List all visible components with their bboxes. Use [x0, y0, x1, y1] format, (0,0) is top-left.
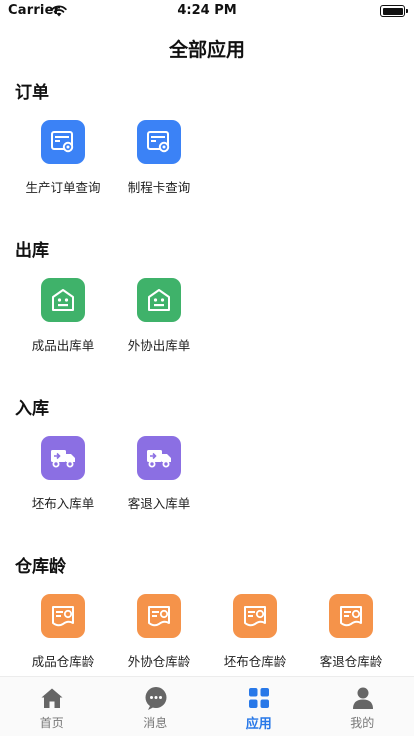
tab-label: 我的 [350, 716, 375, 730]
inventory-age-icon [41, 594, 85, 638]
warehouse-out-icon [137, 278, 181, 322]
tab-label: 应用 [245, 717, 272, 732]
app-production-order-query[interactable]: 生产订单查询 [15, 120, 111, 200]
app-label: 外协出库单 [127, 338, 191, 353]
inventory-age-icon [329, 594, 373, 638]
status-bar: Carrier 4:24 PM [0, 0, 414, 22]
truck-icon [137, 436, 181, 480]
section-title-outbound: 出库 [15, 241, 49, 261]
tab-label: 消息 [143, 716, 168, 730]
app-greige-inventory-age[interactable]: 坯布仓库龄 [207, 594, 303, 674]
section-title-orders: 订单 [15, 83, 49, 103]
app-label: 客退入库单 [127, 496, 191, 511]
app-outsourced-inventory-age[interactable]: 外协仓库龄 [111, 594, 207, 674]
app-label: 成品仓库龄 [31, 654, 95, 669]
app-process-card-query[interactable]: 制程卡查询 [111, 120, 207, 200]
warehouse-out-icon [41, 278, 85, 322]
app-customer-return-inventory-age[interactable]: 客退仓库龄 [303, 594, 399, 674]
app-outsourced-outbound[interactable]: 外协出库单 [111, 278, 207, 358]
section-title-inventory-age: 仓库龄 [15, 557, 66, 577]
tab-home[interactable]: 首页 [0, 677, 104, 736]
apps-grid-icon [249, 688, 269, 708]
tab-bar: 首页 消息 应用 我的 [0, 676, 414, 736]
tab-label: 首页 [39, 716, 64, 730]
process-card-icon [137, 120, 181, 164]
inventory-age-icon [233, 594, 277, 638]
message-icon [145, 687, 166, 710]
tab-apps[interactable]: 应用 [207, 677, 311, 736]
inventory-age-icon [137, 594, 181, 638]
app-finished-inventory-age[interactable]: 成品仓库龄 [15, 594, 111, 674]
home-icon [41, 688, 63, 708]
tab-profile[interactable]: 我的 [311, 677, 414, 736]
battery-icon [380, 5, 408, 17]
app-greige-inbound[interactable]: 坯布入库单 [15, 436, 111, 516]
app-label: 坯布入库单 [31, 496, 95, 511]
status-time: 4:24 PM [177, 3, 237, 18]
app-customer-return-inbound[interactable]: 客退入库单 [111, 436, 207, 516]
app-label: 成品出库单 [31, 338, 95, 353]
app-finished-outbound[interactable]: 成品出库单 [15, 278, 111, 358]
tab-messages[interactable]: 消息 [104, 677, 208, 736]
app-label: 客退仓库龄 [319, 654, 383, 669]
profile-icon [352, 687, 373, 709]
app-label: 制程卡查询 [127, 180, 191, 195]
app-label: 坯布仓库龄 [223, 654, 287, 669]
page-title: 全部应用 [168, 39, 245, 61]
section-title-inbound: 入库 [15, 399, 49, 419]
app-label: 生产订单查询 [25, 180, 101, 195]
app-label: 外协仓库龄 [127, 654, 191, 669]
order-card-icon [41, 120, 85, 164]
truck-icon [41, 436, 85, 480]
